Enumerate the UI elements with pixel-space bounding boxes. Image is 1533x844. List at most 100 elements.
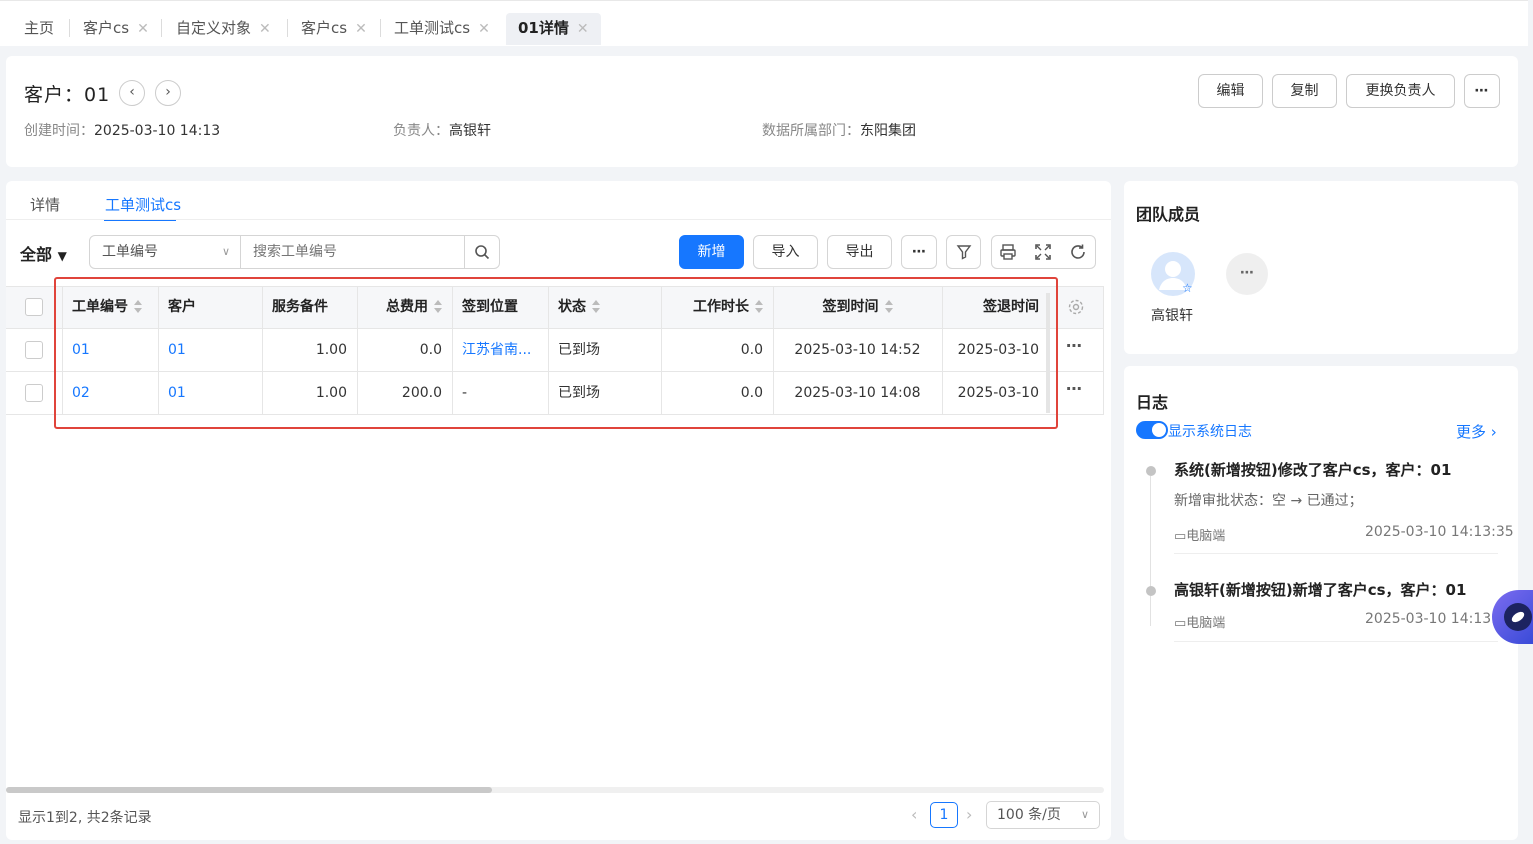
log-entry-time: 2025-03-10 14:13:35 bbox=[1365, 524, 1514, 540]
more-label: 更多 bbox=[1456, 423, 1487, 441]
more-button[interactable]: ⋯ bbox=[901, 235, 937, 269]
filter-icon bbox=[956, 245, 971, 260]
record-header: 客户：01 ‹ › 创建时间：2025-03-10 14:13 负责人：高银轩 … bbox=[6, 56, 1518, 167]
owner-label: 负责人： bbox=[393, 123, 449, 139]
export-button[interactable]: 导出 bbox=[827, 235, 892, 269]
edit-button[interactable]: 编辑 bbox=[1198, 74, 1263, 108]
search-input[interactable] bbox=[240, 235, 466, 269]
created-label: 创建时间： bbox=[24, 123, 94, 139]
tab-customer-cs[interactable]: 客户cs ✕ bbox=[83, 13, 149, 45]
close-icon[interactable]: ✕ bbox=[355, 21, 367, 37]
log-title: 日志 bbox=[1136, 393, 1169, 412]
print-icon[interactable] bbox=[999, 243, 1017, 265]
close-icon[interactable]: ✕ bbox=[577, 21, 589, 37]
team-title: 团队成员 bbox=[1136, 205, 1201, 224]
refresh-icon[interactable] bbox=[1069, 243, 1087, 265]
search-icon bbox=[475, 245, 490, 260]
fullscreen-icon[interactable] bbox=[1034, 243, 1052, 265]
tab-work-order[interactable]: 工单测试cs ✕ bbox=[394, 13, 490, 45]
tab-divider bbox=[69, 19, 70, 37]
tab-label: 自定义对象 bbox=[176, 19, 252, 37]
log-entry-title: 系统(新增按钮)修改了客户cs，客户：01 bbox=[1174, 461, 1452, 479]
page-title: 客户：01 bbox=[24, 80, 110, 107]
team-members-card: 团队成员 ☆ 高银轩 ⋯ bbox=[1124, 181, 1518, 354]
tab-details[interactable]: 详情 bbox=[30, 194, 60, 215]
scope-label: 全部 bbox=[20, 245, 53, 264]
row-more-icon[interactable]: ⋯ bbox=[1066, 379, 1082, 398]
column-settings-icon[interactable] bbox=[1067, 298, 1085, 320]
owner: 负责人：高银轩 bbox=[393, 120, 491, 140]
created-time: 创建时间：2025-03-10 14:13 bbox=[24, 120, 220, 140]
import-button[interactable]: 导入 bbox=[753, 235, 818, 269]
next-record-button[interactable]: › bbox=[155, 80, 181, 106]
tab-work-order-cs[interactable]: 工单测试cs bbox=[105, 194, 181, 215]
prev-record-button[interactable]: ‹ bbox=[119, 80, 145, 106]
row-checkbox[interactable] bbox=[25, 341, 43, 359]
toggle-label: 显示系统日志 bbox=[1168, 424, 1252, 440]
member-name: 高银轩 bbox=[1151, 308, 1193, 324]
timeline-dot bbox=[1146, 586, 1156, 596]
field-select-label: 工单编号 bbox=[102, 244, 158, 260]
tab-label: 主页 bbox=[24, 19, 55, 37]
page-size-select[interactable]: 100 条/页 ∨ bbox=[986, 801, 1100, 829]
close-icon[interactable]: ✕ bbox=[478, 21, 490, 37]
desktop-icon: ▭ bbox=[1174, 529, 1187, 544]
more-logs-link[interactable]: 更多 › bbox=[1456, 421, 1497, 442]
related-list-panel: 详情 工单测试cs 全部 ▼ 工单编号∨ 新增 导入 导出 ⋯ 工单编号 客户 … bbox=[6, 181, 1111, 840]
tab-divider bbox=[161, 19, 162, 37]
change-owner-button[interactable]: 更换负责人 bbox=[1346, 74, 1455, 108]
log-entry-title: 高银轩(新增按钮)新增了客户cs，客户：01 bbox=[1174, 581, 1467, 599]
scope-dropdown[interactable]: 全部 ▼ bbox=[20, 241, 67, 265]
row-more-icon[interactable]: ⋯ bbox=[1066, 336, 1082, 355]
divider bbox=[6, 219, 1111, 220]
source-label: 电脑端 bbox=[1186, 529, 1226, 544]
tab-bar: 主页 客户cs ✕ 自定义对象 ✕ 客户cs ✕ 工单测试cs ✕ 01详情 ✕ bbox=[0, 0, 1528, 46]
dept-label: 数据所属部门： bbox=[762, 123, 860, 139]
user-icon: ☆ bbox=[1159, 261, 1193, 295]
horizontal-scrollbar[interactable] bbox=[6, 787, 1104, 793]
log-card: 日志 显示系统日志 更多 › 系统(新增按钮)修改了客户cs，客户：01 新增审… bbox=[1124, 366, 1518, 840]
avatar[interactable]: ☆ bbox=[1151, 252, 1195, 296]
system-log-toggle[interactable] bbox=[1136, 421, 1168, 439]
dept-value: 东阳集团 bbox=[860, 123, 916, 139]
search-button[interactable] bbox=[464, 235, 500, 269]
close-icon[interactable]: ✕ bbox=[137, 21, 149, 37]
scrollbar-thumb[interactable] bbox=[6, 787, 492, 793]
tab-01-detail[interactable]: 01详情 ✕ bbox=[506, 13, 601, 45]
filter-button[interactable] bbox=[946, 235, 981, 269]
more-actions-button[interactable]: ⋯ bbox=[1464, 74, 1500, 108]
log-entry-detail: 新增审批状态：空 → 已通过； bbox=[1174, 493, 1363, 509]
next-page-icon[interactable]: › bbox=[966, 805, 972, 824]
timeline-dot bbox=[1146, 466, 1156, 476]
divider bbox=[1174, 553, 1498, 554]
more-members-button[interactable]: ⋯ bbox=[1226, 253, 1268, 295]
tab-custom-object[interactable]: 自定义对象 ✕ bbox=[176, 13, 271, 45]
source-label: 电脑端 bbox=[1186, 616, 1226, 631]
copy-button[interactable]: 复制 bbox=[1272, 74, 1337, 108]
desktop-icon: ▭ bbox=[1174, 616, 1187, 631]
page-size-label: 100 条/页 bbox=[997, 807, 1061, 823]
tab-label: 客户cs bbox=[83, 19, 130, 37]
tab-customer-cs-2[interactable]: 客户cs ✕ bbox=[301, 13, 367, 45]
tab-divider bbox=[380, 19, 381, 37]
row-checkbox[interactable] bbox=[25, 384, 43, 402]
log-entry-source: ▭电脑端 bbox=[1174, 525, 1225, 544]
owner-value: 高银轩 bbox=[449, 123, 491, 139]
chevron-down-icon: ∨ bbox=[1080, 808, 1089, 821]
department: 数据所属部门：东阳集团 bbox=[762, 120, 916, 140]
search-field-select[interactable]: 工单编号 ∨ bbox=[89, 235, 241, 269]
chevron-down-icon: ∨ bbox=[221, 245, 230, 258]
add-button[interactable]: 新增 bbox=[679, 235, 744, 269]
title-value: 01 bbox=[84, 84, 111, 106]
chevron-right-icon: › bbox=[1490, 423, 1497, 441]
title-prefix: 客户： bbox=[24, 84, 85, 106]
select-all-checkbox[interactable] bbox=[25, 298, 43, 316]
divider bbox=[1174, 641, 1498, 642]
page-1-button[interactable]: 1 bbox=[930, 802, 958, 828]
timeline-line bbox=[1150, 476, 1151, 626]
record-summary: 显示1到2, 共2条记录 bbox=[18, 810, 152, 826]
tab-divider bbox=[287, 19, 288, 37]
tab-home[interactable]: 主页 bbox=[24, 13, 54, 45]
close-icon[interactable]: ✕ bbox=[259, 21, 271, 37]
prev-page-icon[interactable]: ‹ bbox=[911, 805, 917, 824]
